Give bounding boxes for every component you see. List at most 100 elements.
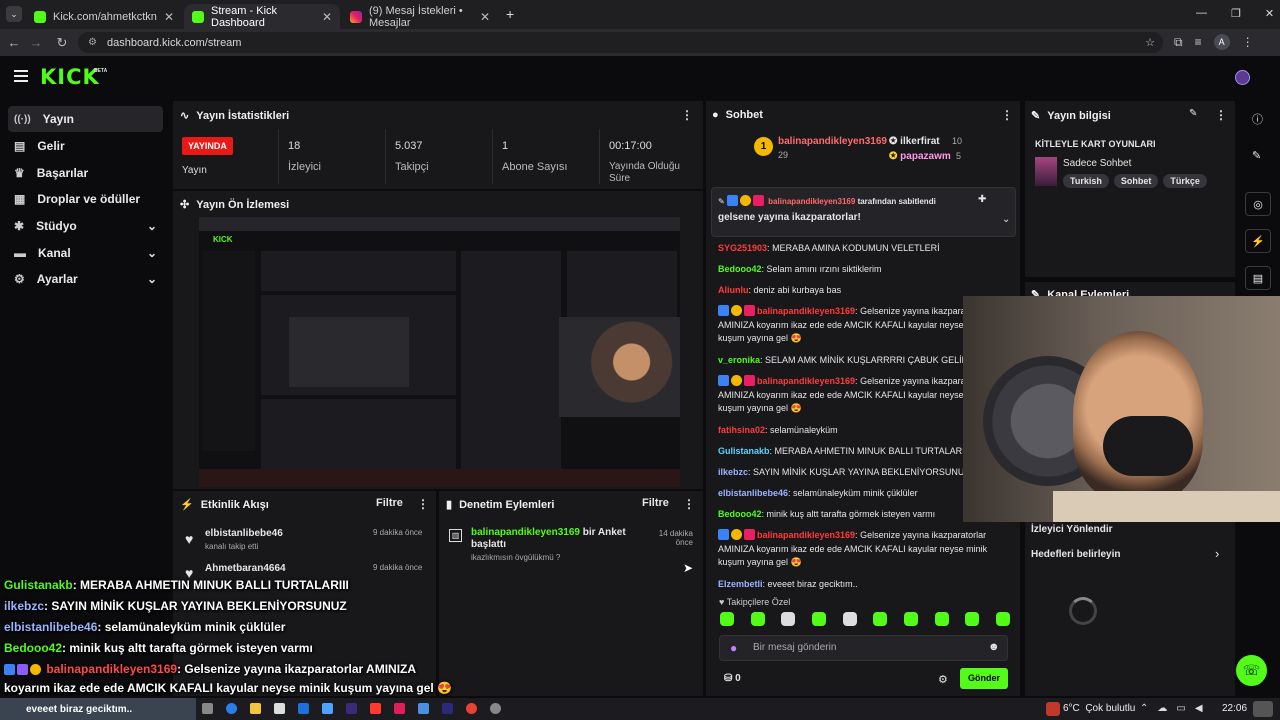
forward-icon[interactable]: → <box>26 35 46 50</box>
second-gifter[interactable]: ✪ ilkerfirat <box>889 136 940 147</box>
profile-avatar[interactable]: A <box>1213 34 1230 50</box>
edit-icon[interactable]: ✎ <box>1189 108 1197 119</box>
info-icon[interactable]: ⓘ <box>1252 111 1263 127</box>
obs-icon[interactable] <box>490 703 501 714</box>
top-gifter-name[interactable]: balinapandikleyen3169 <box>778 136 887 147</box>
app-icon[interactable] <box>394 703 405 714</box>
chat-input[interactable]: ● Bir mesaj gönderin ☻ <box>719 635 1008 661</box>
premiere-icon[interactable] <box>442 703 453 714</box>
browser-tab-kick-channel[interactable]: Kick.com/ahmetkctkn ✕ <box>26 4 182 29</box>
chat-username[interactable]: v_eronika <box>718 355 760 365</box>
minimize-icon[interactable]: — <box>1196 7 1207 20</box>
chat-username[interactable]: Bedooo42 <box>718 264 762 274</box>
emote-icon[interactable] <box>934 612 949 626</box>
third-gifter[interactable]: ✪ papazawm <box>889 151 951 162</box>
tag[interactable]: Turkish <box>1063 174 1109 188</box>
site-info-icon[interactable]: ⚙ <box>88 37 97 48</box>
emote-icon[interactable] <box>811 612 826 626</box>
reading-list-icon[interactable]: ≡ <box>1195 35 1202 49</box>
emote-icon[interactable] <box>842 612 857 626</box>
chat-username[interactable]: balinapandikleyen3169 <box>757 306 855 316</box>
close-window-icon[interactable]: ✕ <box>1265 7 1274 20</box>
chat-username[interactable]: elbistanlibebe46 <box>718 488 788 498</box>
acrobat-icon[interactable] <box>370 703 381 714</box>
chat-username[interactable]: ilkebzc <box>718 467 748 477</box>
clock[interactable]: 22:06 <box>1222 703 1247 714</box>
address-bar[interactable]: ⚙ dashboard.kick.com/stream ☆ <box>78 32 1163 53</box>
tray-chevron-icon[interactable]: ⌃ <box>1140 703 1148 714</box>
app-icon[interactable] <box>322 703 333 714</box>
support-chat-button[interactable]: ☏ <box>1236 655 1267 686</box>
user-avatar[interactable] <box>1235 70 1250 85</box>
more-options-icon[interactable]: ⋮ <box>683 497 695 511</box>
restore-icon[interactable]: ❐ <box>1231 7 1241 20</box>
file-explorer-icon[interactable] <box>250 703 261 714</box>
rail-clipboard-button[interactable]: ▤ <box>1245 266 1271 290</box>
chat-username[interactable]: Bedooo42 <box>718 509 762 519</box>
volume-icon[interactable]: ◀ <box>1195 703 1203 714</box>
chat-settings-icon[interactable]: ⚙ <box>938 673 948 686</box>
emote-icon[interactable] <box>720 612 734 626</box>
pinned-message[interactable]: ✎ balinapandikleyen3169 tarafından sabit… <box>711 187 1016 237</box>
chat-username[interactable]: SYG251903 <box>718 243 767 253</box>
new-tab-icon[interactable]: + <box>506 6 514 22</box>
pencil-icon[interactable]: ✎ <box>1252 149 1261 162</box>
task-view-icon[interactable] <box>202 703 213 714</box>
sidebar-item-droplar[interactable]: ▦ Droplar ve ödüller <box>8 186 163 212</box>
moderation-filter-button[interactable]: Filtre <box>642 497 669 509</box>
app-icon[interactable] <box>274 703 285 714</box>
chat-username[interactable]: fatihsina02 <box>718 425 765 435</box>
tag[interactable]: Sohbet <box>1113 174 1159 188</box>
app-icon[interactable] <box>298 703 309 714</box>
emote-icon[interactable] <box>873 612 888 626</box>
weather-text[interactable]: 6°C Çok bulutlu <box>1063 703 1135 714</box>
rail-lightning-button[interactable]: ⚡ <box>1245 229 1271 253</box>
kick-logo[interactable]: KICK <box>40 65 100 89</box>
send-button[interactable]: Gönder <box>960 668 1008 689</box>
sidebar-item-ayarlar[interactable]: ⚙ Ayarlar ⌄ <box>8 266 163 292</box>
reload-icon[interactable]: ↻ <box>52 35 72 51</box>
back-icon[interactable]: ← <box>4 35 24 50</box>
hamburger-menu-icon[interactable] <box>14 70 28 82</box>
close-tab-icon[interactable]: ✕ <box>480 10 490 24</box>
more-options-icon[interactable]: ⋮ <box>681 108 693 122</box>
edge-icon[interactable] <box>226 703 237 714</box>
chrome-icon[interactable] <box>466 703 477 714</box>
stream-preview-video[interactable]: KICK <box>199 217 680 487</box>
more-options-icon[interactable]: ⋮ <box>417 497 429 511</box>
network-icon[interactable]: ▭ <box>1176 703 1185 714</box>
bookmark-star-icon[interactable]: ☆ <box>1145 36 1155 49</box>
premiere-icon[interactable] <box>346 703 357 714</box>
close-tab-icon[interactable]: ✕ <box>164 10 174 24</box>
chevron-right-icon[interactable]: › <box>1215 546 1219 561</box>
tag[interactable]: Türkçe <box>1163 174 1207 188</box>
browser-tab-dashboard[interactable]: Stream - Kick Dashboard ✕ <box>184 4 340 29</box>
emote-icon[interactable] <box>995 612 1010 626</box>
chat-username[interactable]: Elzembetli <box>718 579 763 589</box>
more-options-icon[interactable]: ⋮ <box>1001 108 1013 122</box>
chevron-down-icon[interactable]: ⌄ <box>1002 214 1010 225</box>
browser-menu-icon[interactable]: ⋮ <box>1242 35 1254 49</box>
category-name[interactable]: Sadece Sohbet <box>1063 158 1131 169</box>
app-icon[interactable] <box>418 703 429 714</box>
extensions-icon[interactable]: ⧉ <box>1174 35 1183 50</box>
channel-points[interactable]: ⛁ 0 <box>724 673 741 684</box>
sidebar-item-yayin[interactable]: ((·)) Yayın <box>8 106 163 132</box>
emote-icon[interactable] <box>903 612 918 626</box>
more-options-icon[interactable]: ⋮ <box>1215 108 1227 122</box>
browser-tab-instagram[interactable]: (9) Mesaj İstekleri • Mesajlar ✕ <box>342 4 498 29</box>
tab-search-icon[interactable]: ⌄ <box>6 6 22 22</box>
emoji-icon[interactable]: ☻ <box>988 641 1000 653</box>
emote-icon[interactable] <box>965 612 980 626</box>
close-tab-icon[interactable]: ✕ <box>322 10 332 24</box>
taskbar-search[interactable]: eveeet biraz geciktım.. <box>0 698 196 720</box>
chat-username[interactable]: Aliunlu <box>718 285 749 295</box>
emote-icon[interactable] <box>781 612 796 626</box>
pin-icon[interactable]: ✚ <box>978 194 986 205</box>
activity-filter-button[interactable]: Filtre <box>376 497 403 509</box>
microphone-icon[interactable]: ● <box>730 641 737 655</box>
chat-username[interactable]: balinapandikleyen3169 <box>757 376 855 386</box>
set-goals-link[interactable]: Hedefleri belirleyin <box>1031 549 1120 560</box>
sidebar-item-studyo[interactable]: ✱ Stüdyo ⌄ <box>8 213 163 239</box>
sidebar-item-kanal[interactable]: ▬ Kanal ⌄ <box>8 240 163 266</box>
